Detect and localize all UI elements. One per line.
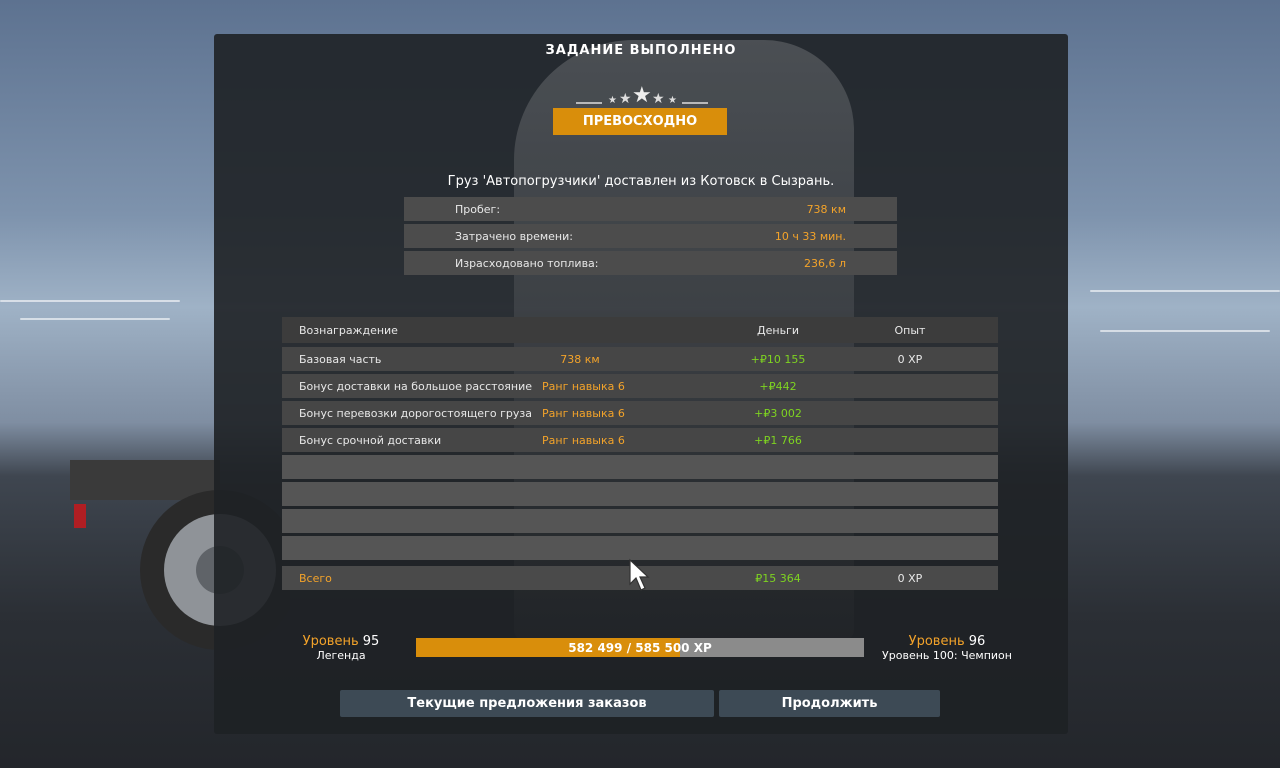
current-level-number: 95 xyxy=(362,634,380,649)
next-level-word: Уровень xyxy=(908,634,965,649)
reward-detail: Ранг навыка 6 xyxy=(542,379,625,393)
sky-streak xyxy=(0,300,180,302)
reward-money: +₽3 002 xyxy=(754,406,802,420)
reward-row-urgent: Бонус срочной доставки Ранг навыка 6 +₽1… xyxy=(282,428,998,452)
next-level: Уровень 96 Уровень 100: Чемпион xyxy=(874,634,1020,662)
stat-value: 10 ч 33 мин. xyxy=(774,229,846,243)
stat-row-time: Затрачено времени: 10 ч 33 мин. xyxy=(404,224,897,248)
mouse-cursor-icon xyxy=(629,558,650,591)
svg-text:★: ★ xyxy=(632,83,652,106)
svg-text:★: ★ xyxy=(668,95,677,106)
header-xp: Опыт xyxy=(894,323,926,337)
panel-title: ЗАДАНИЕ ВЫПОЛНЕНО xyxy=(545,43,737,58)
stat-row-fuel: Израсходовано топлива: 236,6 л xyxy=(404,251,897,275)
reward-xp: 0 XP xyxy=(897,352,923,366)
stat-value: 738 км xyxy=(806,202,846,216)
reward-money: +₽442 xyxy=(759,379,797,393)
reward-row-valuable-cargo: Бонус перевозки дорогостоящего груза Ран… xyxy=(282,401,998,425)
svg-text:★: ★ xyxy=(652,91,665,106)
continue-button[interactable]: Продолжить xyxy=(719,690,940,717)
reward-name: Базовая часть xyxy=(299,352,382,366)
sky-streak xyxy=(1090,290,1280,292)
reward-name: Бонус доставки на большое расстояние xyxy=(299,379,533,393)
current-level-title: Легенда xyxy=(316,649,366,662)
reward-row-empty xyxy=(282,509,998,533)
delivery-summary: Груз 'Автопогрузчики' доставлен из Котов… xyxy=(447,174,835,189)
stat-label: Затрачено времени: xyxy=(455,229,573,243)
sky-streak xyxy=(20,318,170,320)
next-level-title: Уровень 100: Чемпион xyxy=(882,649,1012,662)
header-reward: Вознаграждение xyxy=(299,323,398,337)
reward-detail: Ранг навыка 6 xyxy=(542,433,625,447)
stat-value: 236,6 л xyxy=(803,256,846,270)
rating-stars-icon: ★ ★ ★ ★ ★ xyxy=(576,83,708,106)
total-xp: 0 XP xyxy=(897,571,923,585)
reward-money: +₽10 155 xyxy=(750,352,806,366)
svg-text:★: ★ xyxy=(619,91,632,106)
header-money: Деньги xyxy=(757,323,799,337)
total-label: Всего xyxy=(299,571,332,585)
reward-row-empty xyxy=(282,455,998,479)
total-money: ₽15 364 xyxy=(755,571,801,585)
reward-name: Бонус срочной доставки xyxy=(299,433,442,447)
reward-name: Бонус перевозки дорогостоящего груза xyxy=(299,406,532,420)
reward-row-long-distance: Бонус доставки на большое расстояние Ран… xyxy=(282,374,998,398)
rewards-table: Вознаграждение Деньги Опыт Базовая часть… xyxy=(282,317,998,593)
current-level: Уровень 95 Легенда xyxy=(286,634,396,662)
next-level-number: 96 xyxy=(968,634,986,649)
current-offers-button[interactable]: Текущие предложения заказов xyxy=(340,690,714,717)
job-completed-panel: ЗАДАНИЕ ВЫПОЛНЕНО ★ ★ ★ ★ ★ ПРЕВОСХОДНО … xyxy=(214,34,1068,734)
stat-row-distance: Пробег: 738 км xyxy=(404,197,897,221)
xp-progress-bar: 582 499 / 585 500 XP xyxy=(416,638,864,657)
stat-label: Пробег: xyxy=(455,202,501,216)
stat-label: Израсходовано топлива: xyxy=(455,256,599,270)
trip-stats-table: Пробег: 738 км Затрачено времени: 10 ч 3… xyxy=(404,197,897,278)
reward-row-empty xyxy=(282,482,998,506)
current-level-word: Уровень xyxy=(302,634,359,649)
reward-detail: 738 км xyxy=(560,352,600,366)
sky-streak xyxy=(1100,330,1270,332)
reward-row-empty xyxy=(282,536,998,560)
xp-progress-text: 582 499 / 585 500 XP xyxy=(568,640,712,655)
rating-badge: ПРЕВОСХОДНО xyxy=(553,108,727,135)
svg-text:★: ★ xyxy=(608,95,617,106)
reward-money: +₽1 766 xyxy=(754,433,802,447)
rewards-header-row: Вознаграждение Деньги Опыт xyxy=(282,317,998,343)
reward-detail: Ранг навыка 6 xyxy=(542,406,625,420)
reward-row-base: Базовая часть 738 км +₽10 155 0 XP xyxy=(282,347,998,371)
